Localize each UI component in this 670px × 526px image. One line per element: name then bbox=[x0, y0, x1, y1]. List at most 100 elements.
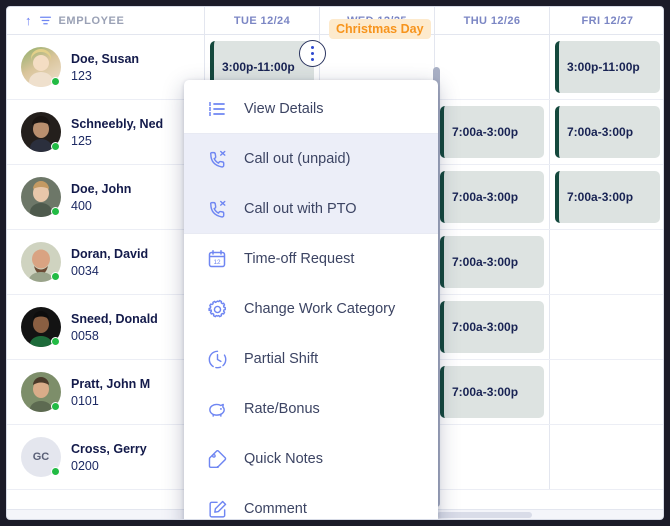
shift-cell-thu[interactable] bbox=[435, 425, 550, 489]
employee-name: Sneed, Donald bbox=[71, 312, 158, 326]
avatar bbox=[21, 307, 61, 347]
day-column-header-3[interactable]: FRI 12/27 bbox=[550, 7, 664, 34]
shift-cell-fri[interactable]: 7:00a-3:00p bbox=[550, 165, 664, 229]
employee-id: 0200 bbox=[71, 459, 147, 473]
shift-block[interactable]: 7:00a-3:00p bbox=[440, 236, 544, 288]
employee-id: 0034 bbox=[71, 264, 148, 278]
avatar bbox=[21, 112, 61, 152]
day-column-header-2[interactable]: THU 12/26 bbox=[435, 7, 550, 34]
status-dot-online bbox=[51, 142, 60, 151]
employee-cell[interactable]: Schneebly, Ned 125 bbox=[7, 100, 205, 164]
menu-item-partial-shift[interactable]: Partial Shift bbox=[184, 334, 438, 384]
avatar bbox=[21, 177, 61, 217]
menu-item-label: Call out with PTO bbox=[244, 201, 357, 217]
piggy-bank-icon bbox=[206, 398, 228, 420]
status-dot-online bbox=[51, 402, 60, 411]
employee-id: 125 bbox=[71, 134, 163, 148]
employee-id: 0058 bbox=[71, 329, 158, 343]
menu-item-call-out-with-pto[interactable]: Call out with PTO bbox=[184, 184, 438, 234]
employee-id: 123 bbox=[71, 69, 139, 83]
menu-item-label: Call out (unpaid) bbox=[244, 151, 350, 167]
employee-id: 0101 bbox=[71, 394, 150, 408]
day-column-header-0[interactable]: TUE 12/24 bbox=[205, 7, 320, 34]
shift-empty[interactable] bbox=[555, 366, 660, 418]
shift-block[interactable]: 7:00a-3:00p bbox=[440, 366, 544, 418]
shift-block[interactable]: 7:00a-3:00p bbox=[440, 171, 544, 223]
avatar bbox=[21, 47, 61, 87]
shift-cell-fri[interactable] bbox=[550, 425, 664, 489]
shift-empty[interactable] bbox=[555, 431, 660, 483]
menu-item-quick-notes[interactable]: Quick Notes bbox=[184, 434, 438, 484]
avatar bbox=[21, 242, 61, 282]
status-dot-online bbox=[51, 272, 60, 281]
horizontal-scrollbar-thumb[interactable] bbox=[437, 512, 532, 518]
menu-item-comment[interactable]: Comment bbox=[184, 484, 438, 520]
shift-cell-fri[interactable]: 7:00a-3:00p bbox=[550, 100, 664, 164]
shift-block[interactable]: 7:00a-3:00p bbox=[555, 106, 660, 158]
menu-item-label: View Details bbox=[244, 101, 324, 117]
employee-info: Schneebly, Ned 125 bbox=[71, 117, 163, 148]
employee-name: Doe, Susan bbox=[71, 52, 139, 66]
shift-block[interactable]: 7:00a-3:00p bbox=[440, 106, 544, 158]
employee-info: Doe, Susan 123 bbox=[71, 52, 139, 83]
status-dot-online bbox=[51, 77, 60, 86]
employee-cell[interactable]: Doran, David 0034 bbox=[7, 230, 205, 294]
employee-name: Pratt, John M bbox=[71, 377, 150, 391]
shift-cell-thu[interactable]: 7:00a-3:00p bbox=[435, 100, 550, 164]
menu-item-label: Change Work Category bbox=[244, 301, 395, 317]
shift-cell-thu[interactable]: 7:00a-3:00p bbox=[435, 295, 550, 359]
employee-cell[interactable]: Sneed, Donald 0058 bbox=[7, 295, 205, 359]
menu-item-change-work-category[interactable]: Change Work Category bbox=[184, 284, 438, 334]
phone-missed-icon bbox=[206, 148, 228, 170]
shift-cell-thu[interactable]: 7:00a-3:00p bbox=[435, 360, 550, 424]
menu-item-time-off-request[interactable]: 12 Time-off Request bbox=[184, 234, 438, 284]
filter-icon[interactable] bbox=[39, 14, 52, 27]
shift-cell-thu[interactable]: 7:00a-3:00p bbox=[435, 230, 550, 294]
shift-empty[interactable] bbox=[555, 301, 660, 353]
employee-column-label: EMPLOYEE bbox=[59, 15, 125, 27]
avatar: GC bbox=[21, 437, 61, 477]
edit-note-icon bbox=[206, 498, 228, 520]
list-details-icon bbox=[206, 98, 228, 120]
menu-item-label: Time-off Request bbox=[244, 251, 354, 267]
shift-cell-fri[interactable] bbox=[550, 230, 664, 294]
phone-missed-icon bbox=[206, 198, 228, 220]
menu-item-view-details[interactable]: View Details bbox=[184, 84, 438, 134]
status-dot-online bbox=[51, 467, 60, 476]
clock-dashed-icon bbox=[206, 348, 228, 370]
shift-cell-thu[interactable] bbox=[435, 35, 550, 99]
shift-block[interactable]: 7:00a-3:00p bbox=[440, 301, 544, 353]
menu-item-label: Comment bbox=[244, 501, 307, 517]
tag-icon bbox=[206, 448, 228, 470]
shift-block[interactable]: 7:00a-3:00p bbox=[555, 171, 660, 223]
employee-info: Sneed, Donald 0058 bbox=[71, 312, 158, 343]
shift-block[interactable]: 3:00p-11:00p bbox=[555, 41, 660, 93]
employee-cell[interactable]: GC Cross, Gerry 0200 bbox=[7, 425, 205, 489]
menu-item-call-out-unpaid[interactable]: Call out (unpaid) bbox=[184, 134, 438, 184]
employee-cell[interactable]: Pratt, John M 0101 bbox=[7, 360, 205, 424]
employee-info: Pratt, John M 0101 bbox=[71, 377, 150, 408]
employee-column-header[interactable]: ↑ EMPLOYEE bbox=[7, 7, 205, 34]
calendar-12-icon: 12 bbox=[206, 248, 228, 270]
employee-cell[interactable]: Doe, John 400 bbox=[7, 165, 205, 229]
more-vertical-icon[interactable] bbox=[299, 40, 326, 67]
employee-name: Cross, Gerry bbox=[71, 442, 147, 456]
avatar bbox=[21, 372, 61, 412]
shift-cell-fri[interactable]: 3:00p-11:00p bbox=[550, 35, 664, 99]
employee-cell[interactable]: Doe, Susan 123 bbox=[7, 35, 205, 99]
menu-item-label: Quick Notes bbox=[244, 451, 323, 467]
shift-empty[interactable] bbox=[440, 431, 544, 483]
shift-empty[interactable] bbox=[555, 236, 660, 288]
svg-text:12: 12 bbox=[213, 259, 221, 266]
shift-cell-fri[interactable] bbox=[550, 295, 664, 359]
shift-empty[interactable] bbox=[440, 41, 544, 93]
status-dot-online bbox=[51, 337, 60, 346]
shift-cell-thu[interactable]: 7:00a-3:00p bbox=[435, 165, 550, 229]
menu-item-rate-bonus[interactable]: Rate/Bonus bbox=[184, 384, 438, 434]
sort-ascending-arrow-icon[interactable]: ↑ bbox=[25, 14, 32, 27]
menu-item-label: Partial Shift bbox=[244, 351, 318, 367]
shift-context-menu: View Details Call out (unpaid) Call out … bbox=[184, 80, 438, 520]
employee-info: Cross, Gerry 0200 bbox=[71, 442, 147, 473]
shift-cell-fri[interactable] bbox=[550, 360, 664, 424]
gear-icon bbox=[206, 298, 228, 320]
